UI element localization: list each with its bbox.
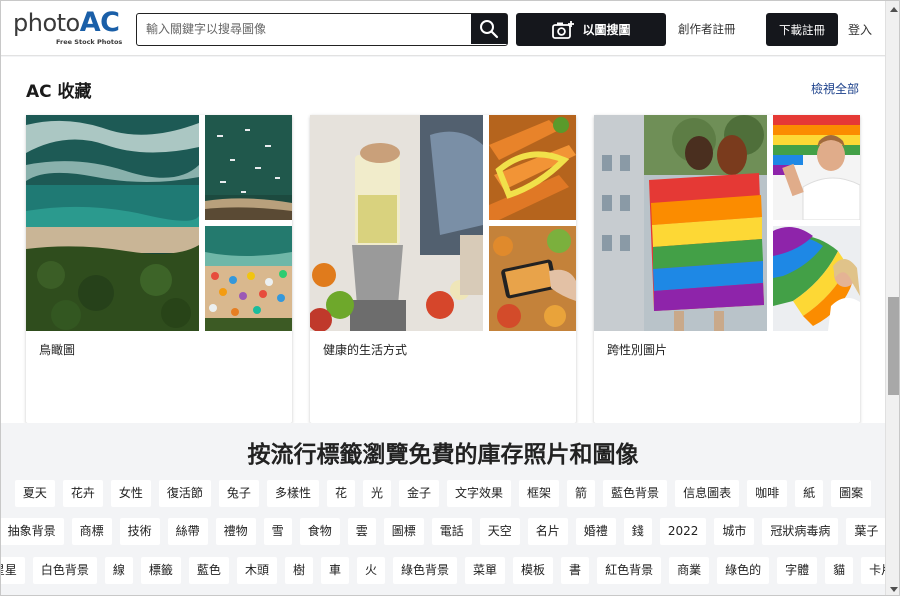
search-input[interactable] [137, 14, 471, 44]
collection-card-transgender[interactable]: 跨性別圖片 [594, 115, 860, 423]
collection-card-aerial[interactable]: 鳥瞰圖 [26, 115, 292, 423]
logo-accent: AC [79, 7, 120, 38]
tag-link[interactable]: 樹 [284, 557, 313, 584]
tag-link[interactable]: 星星 [1, 557, 25, 584]
tag-link[interactable]: 復活節 [158, 480, 211, 507]
search-icon [480, 20, 499, 39]
tag-row: 星星 白色背景 線 標籤 藍色 木頭 樹 車 火 綠色背景 菜單 模板 書 紅色… [1, 557, 899, 584]
collection-label: 健康的生活方式 [323, 343, 408, 357]
tag-link[interactable]: 兔子 [218, 480, 259, 507]
tag-link[interactable]: 葉子 [846, 518, 887, 545]
tag-link[interactable]: 雪 [263, 518, 292, 545]
scroll-thumb[interactable] [888, 297, 899, 395]
tag-link[interactable]: 花卉 [62, 480, 103, 507]
tag-link[interactable]: 信息圖表 [675, 480, 740, 507]
tag-link[interactable]: 線 [104, 557, 133, 584]
scroll-down-button[interactable] [886, 582, 899, 595]
camera-plus-icon [552, 20, 575, 39]
tag-link[interactable]: 車 [320, 557, 349, 584]
image-search-label: 以圖搜圖 [582, 23, 631, 37]
tags-section-title: 按流行標籤瀏覽免費的庫存照片和圖像 [247, 442, 639, 468]
tag-link[interactable]: 白色背景 [32, 557, 97, 584]
browser-viewport: photoAC Free Stock Photos 以圖搜圖 創作者註冊 [0, 0, 900, 596]
rainbow-flag-couple-photo [594, 115, 767, 331]
tag-link[interactable]: 錢 [623, 518, 652, 545]
tag-link[interactable]: 天空 [479, 518, 520, 545]
tag-link[interactable]: 書 [561, 557, 590, 584]
tag-link[interactable]: 絲帶 [167, 518, 208, 545]
tag-link[interactable]: 城市 [714, 518, 755, 545]
tag-link[interactable]: 字體 [777, 557, 818, 584]
tag-link[interactable]: 2022 [659, 518, 707, 545]
tag-link[interactable]: 金子 [398, 480, 439, 507]
tag-link[interactable]: 夏天 [14, 480, 55, 507]
tag-link[interactable]: 婚禮 [575, 518, 616, 545]
login-link[interactable]: 登入 [848, 21, 872, 38]
collection-label: 跨性別圖片 [607, 343, 668, 357]
tag-link[interactable]: 花 [326, 480, 355, 507]
tag-link[interactable]: 技術 [119, 518, 160, 545]
image-search-button[interactable]: 以圖搜圖 [516, 13, 666, 46]
beach-umbrellas-photo [205, 226, 292, 331]
tag-row: 抽象背景 商標 技術 絲帶 禮物 雪 食物 雲 圖標 電話 天空 名片 婚禮 錢… [1, 518, 887, 545]
popular-tags-section: 按流行標籤瀏覽免費的庫存照片和圖像 夏天 花卉 女性 復活節 兔子 多樣性 花 … [1, 423, 899, 595]
phone-food-photo [489, 226, 576, 331]
tag-link[interactable]: 商業 [669, 557, 710, 584]
aerial-beach-photo [26, 115, 199, 331]
logo-text: photo [13, 9, 80, 37]
view-all-link[interactable]: 檢視全部 [811, 80, 859, 97]
tag-link[interactable]: 貓 [825, 557, 854, 584]
tag-link[interactable]: 紅色背景 [597, 557, 662, 584]
tag-link[interactable]: 火 [356, 557, 385, 584]
tag-link[interactable]: 名片 [527, 518, 568, 545]
ac-collections-section: AC 收藏 檢視全部 鳥瞰圖 健康的生活方式 跨性別圖片 [1, 57, 885, 423]
tag-link[interactable]: 雲 [347, 518, 376, 545]
logo-tagline: Free Stock Photos [56, 38, 123, 46]
tag-link[interactable]: 電話 [431, 518, 472, 545]
tag-link[interactable]: 女性 [110, 480, 151, 507]
tag-link[interactable]: 咖啡 [747, 480, 788, 507]
site-header: photoAC Free Stock Photos 以圖搜圖 創作者註冊 [1, 1, 885, 56]
tag-row: 夏天 花卉 女性 復活節 兔子 多樣性 花 光 金子 文字效果 框架 箭 藍色背… [1, 480, 885, 507]
tag-link[interactable]: 模板 [513, 557, 554, 584]
tag-link[interactable]: 商標 [71, 518, 112, 545]
scroll-up-button[interactable] [886, 1, 899, 16]
tag-link[interactable]: 冠狀病毒病 [762, 518, 839, 545]
collection-label: 鳥瞰圖 [39, 343, 76, 357]
woman-rainbow-flag-photo [773, 226, 860, 331]
tag-link[interactable]: 禮物 [215, 518, 256, 545]
tag-link[interactable]: 圖案 [831, 480, 872, 507]
tag-link[interactable]: 光 [362, 480, 391, 507]
collection-card-healthy[interactable]: 健康的生活方式 [310, 115, 576, 423]
tag-link[interactable]: 多樣性 [266, 480, 319, 507]
tag-link[interactable]: 抽象背景 [1, 518, 64, 545]
tag-link[interactable]: 藍色 [188, 557, 229, 584]
boats-aerial-photo [205, 115, 292, 220]
tag-link[interactable]: 木頭 [236, 557, 277, 584]
tag-link[interactable]: 紙 [795, 480, 824, 507]
tag-link[interactable]: 箭 [567, 480, 596, 507]
blender-smoothie-photo [310, 115, 483, 331]
vegetables-tape-photo [489, 115, 576, 220]
vertical-scrollbar[interactable] [885, 1, 899, 595]
section-title: AC 收藏 [26, 82, 92, 102]
register-button[interactable]: 下載註冊 [766, 13, 838, 46]
photoac-logo[interactable]: photoAC Free Stock Photos [13, 7, 125, 48]
arrow-up-icon [889, 6, 898, 12]
tag-link[interactable]: 綠色背景 [393, 557, 458, 584]
arrow-down-icon [889, 586, 898, 592]
man-rainbow-flag-photo [773, 115, 860, 220]
tag-link[interactable]: 標籤 [140, 557, 181, 584]
tag-link[interactable]: 綠色的 [717, 557, 770, 584]
tag-link[interactable]: 菜單 [465, 557, 506, 584]
tag-link[interactable]: 文字效果 [447, 480, 512, 507]
tag-link[interactable]: 藍色背景 [603, 480, 668, 507]
search-bar [136, 13, 508, 46]
tag-link[interactable]: 框架 [519, 480, 560, 507]
tag-link[interactable]: 食物 [299, 518, 340, 545]
creator-register-link[interactable]: 創作者註冊 [678, 21, 736, 37]
tag-link[interactable]: 圖標 [383, 518, 424, 545]
search-button[interactable] [471, 14, 507, 44]
